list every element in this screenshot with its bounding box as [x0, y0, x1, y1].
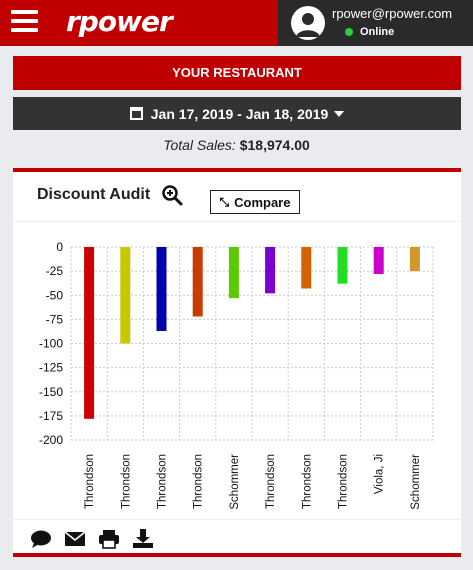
total-sales: Total Sales: $18,974.00 [0, 137, 473, 153]
y-tick-label: 0 [56, 240, 63, 254]
x-tick-label: Throndson [120, 454, 132, 509]
user-status: Online [360, 26, 395, 38]
x-tick-label: Throndson [157, 454, 169, 509]
compare-label: Compare [234, 194, 291, 210]
y-tick-label: -100 [39, 337, 63, 351]
bar[interactable] [120, 247, 131, 344]
bar[interactable] [192, 247, 203, 317]
calendar-icon [129, 107, 143, 120]
online-status-icon [345, 28, 353, 36]
total-sales-value: $18,974.00 [239, 137, 310, 153]
date-range-label: Jan 17, 2019 - Jan 18, 2019 [150, 105, 329, 122]
y-tick-label: -150 [39, 385, 63, 399]
date-range-button[interactable]: Jan 17, 2019 - Jan 18, 2019 [13, 97, 461, 130]
y-tick-label: -75 [46, 312, 64, 326]
x-tick-label: Throndson [301, 454, 313, 509]
bar[interactable] [265, 247, 276, 294]
card-footer [13, 519, 461, 557]
menu-icon[interactable] [11, 10, 38, 32]
x-tick-label: Throndson [338, 454, 350, 509]
restaurant-button[interactable]: YOUR RESTAURANT [13, 56, 461, 90]
app-logo[interactable]: rpower [66, 5, 173, 38]
user-panel[interactable]: rpower@rpower.com Online [278, 0, 473, 46]
compress-icon: ⤡ [219, 194, 230, 209]
bar[interactable] [409, 247, 420, 272]
bar[interactable] [337, 247, 348, 284]
y-tick-label: -125 [39, 361, 63, 375]
print-icon[interactable] [98, 529, 120, 549]
bar[interactable] [301, 247, 312, 289]
x-tick-label: Throndson [84, 454, 96, 509]
compare-button[interactable]: ⤡ Compare [210, 190, 300, 214]
card-title: Discount Audit [37, 186, 151, 203]
y-tick-label: -175 [39, 409, 63, 423]
y-tick-label: -200 [39, 433, 63, 447]
comment-icon[interactable] [30, 529, 52, 549]
brand-bar: rpower [0, 0, 278, 46]
zoom-in-icon[interactable] [161, 184, 183, 206]
x-tick-label: Schommer [229, 454, 241, 510]
download-icon[interactable] [132, 528, 154, 549]
card-header: Discount Audit ⤡ Compare [13, 172, 461, 222]
bar[interactable] [373, 247, 384, 275]
bar[interactable] [84, 247, 95, 419]
avatar [291, 6, 325, 40]
x-tick-label: Viola, Ji [374, 454, 386, 494]
bar[interactable] [156, 247, 167, 331]
total-sales-label: Total Sales: [163, 137, 236, 153]
x-tick-label: Throndson [193, 454, 205, 509]
user-icon [296, 13, 320, 37]
top-bar: rpower rpower@rpower.com Online [0, 0, 473, 46]
discount-bar-chart: 0 -25 -50 -75 -100 -125 -150 -175 -200 Throndson T… [39, 240, 434, 510]
discount-audit-card: Discount Audit ⤡ Compare 0 -25 -50 -75 -100 -… [13, 168, 461, 557]
envelope-icon[interactable] [64, 529, 86, 549]
bar[interactable] [228, 247, 239, 299]
x-tick-label: Throndson [265, 454, 277, 509]
y-tick-label: -25 [46, 264, 64, 278]
caret-down-icon [334, 110, 345, 117]
x-tick-label: Schommer [410, 454, 422, 510]
user-email: rpower@rpower.com [332, 6, 453, 21]
y-tick-label: -50 [46, 288, 64, 302]
